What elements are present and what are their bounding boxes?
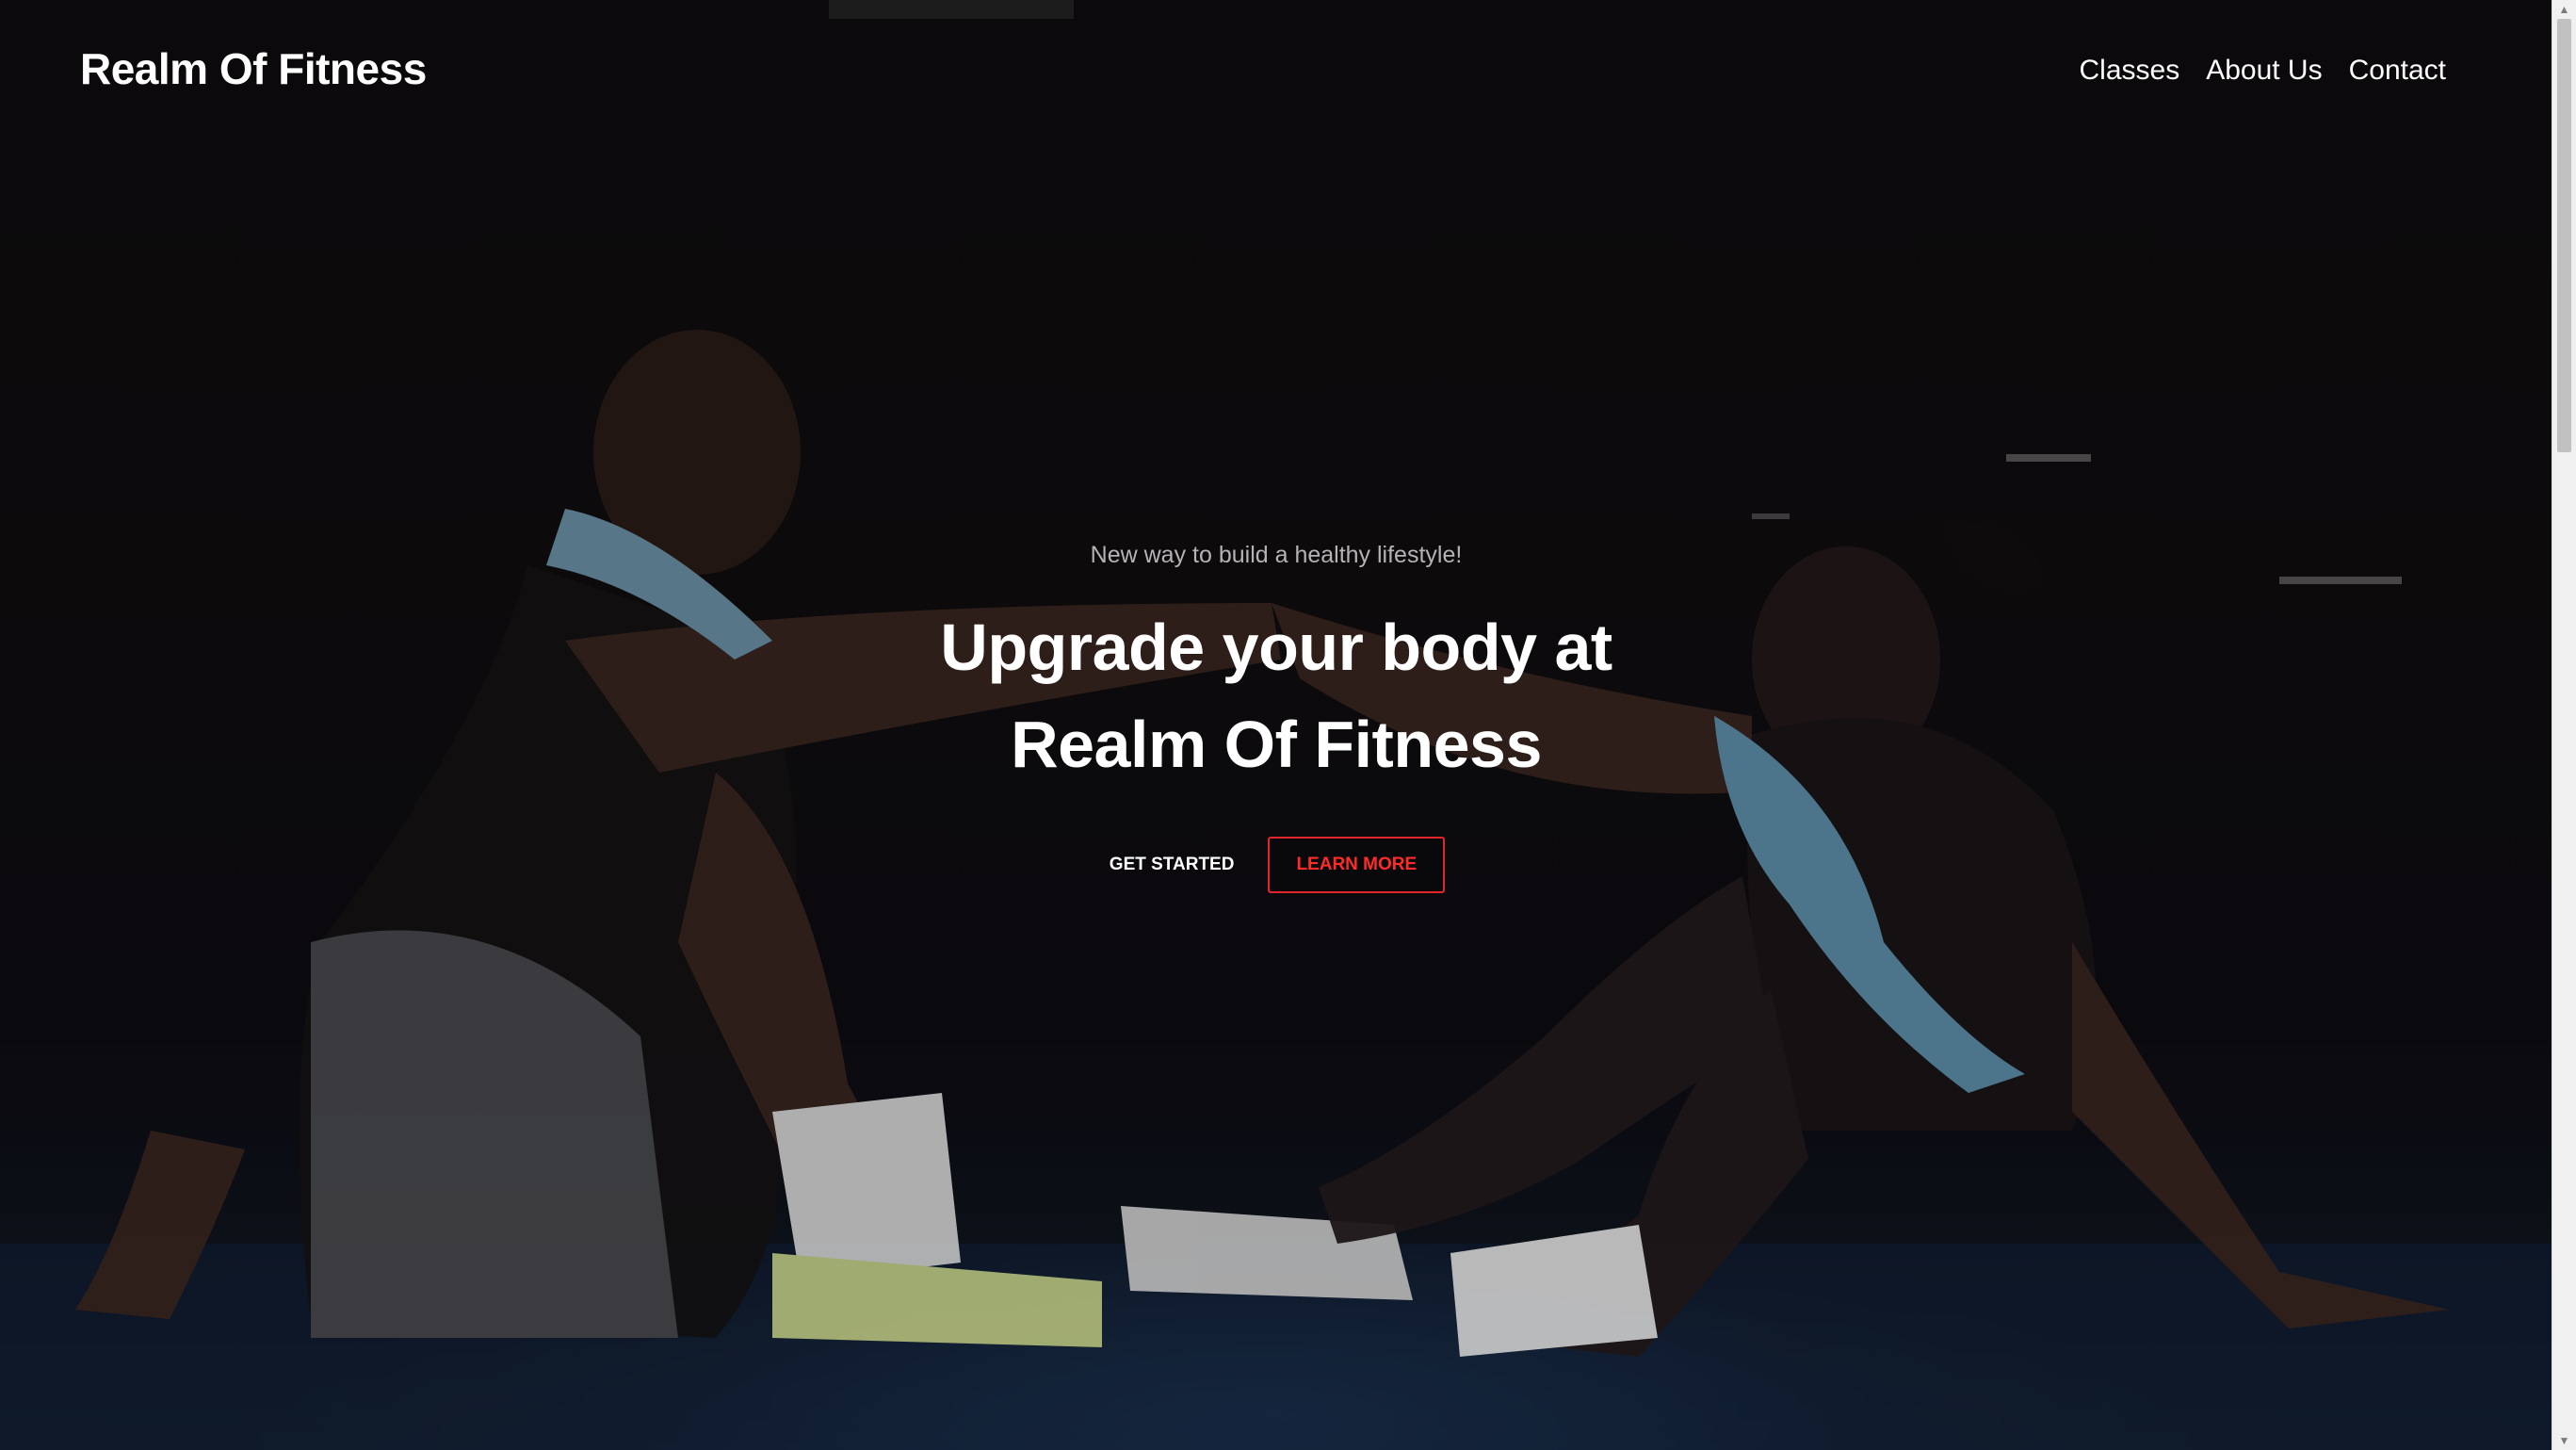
nav-link-contact[interactable]: Contact [2349,55,2446,87]
nav-link-classes[interactable]: Classes [2080,55,2180,87]
site-logo[interactable]: Realm Of Fitness [80,43,427,94]
hero-section: New way to build a healthy lifestyle! Up… [0,542,2552,893]
scroll-down-arrow-icon[interactable]: ▼ [2552,1431,2576,1450]
page: Realm Of Fitness Classes About Us Contac… [0,0,2576,1450]
scrollbar-thumb[interactable] [2557,19,2571,452]
hero-headline-line-2: Realm Of Fitness [1011,708,1542,781]
hero-headline-line-1: Upgrade your body at [940,611,1612,684]
main-nav: Classes About Us Contact [2080,55,2447,87]
vertical-scrollbar[interactable]: ▲ ▼ [2552,0,2576,1450]
hero-cta-row: GET STARTED LEARN MORE [0,837,2552,893]
nav-link-about-us[interactable]: About Us [2206,55,2322,87]
learn-more-button[interactable]: LEARN MORE [1268,837,1446,893]
get-started-button[interactable]: GET STARTED [1108,838,1237,892]
scroll-up-arrow-icon[interactable]: ▲ [2552,0,2576,19]
hero-headline: Upgrade your body at Realm Of Fitness [0,599,2552,793]
hero-tagline: New way to build a healthy lifestyle! [1090,542,1463,568]
site-header: Realm Of Fitness Classes About Us Contac… [0,0,2552,151]
